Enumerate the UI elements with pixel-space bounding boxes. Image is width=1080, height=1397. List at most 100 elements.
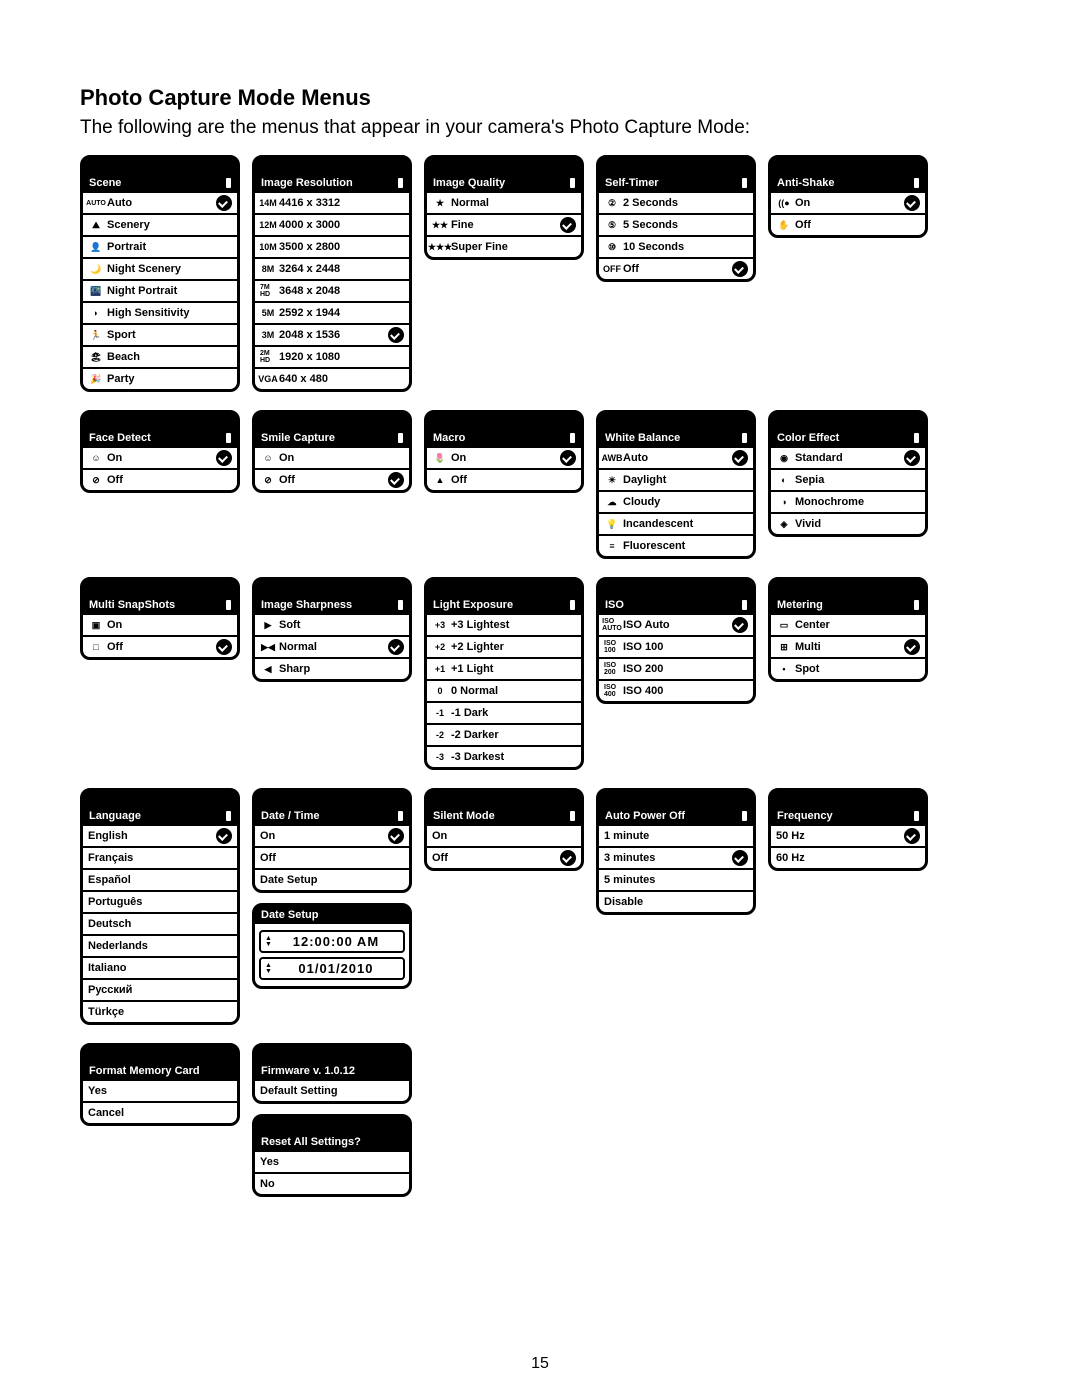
language-item[interactable]: English: [83, 826, 237, 848]
multisnap-item[interactable]: ▣On: [83, 615, 237, 637]
smile-item[interactable]: ☺On: [255, 448, 409, 470]
resolution-item[interactable]: 3M2048 x 1536: [255, 325, 409, 347]
language-item[interactable]: Nederlands: [83, 936, 237, 958]
selftimer-item[interactable]: ⑩10 Seconds: [599, 237, 753, 259]
resolution-item[interactable]: 7M HD3648 x 2048: [255, 281, 409, 303]
coloreffect-item-label: Monochrome: [795, 496, 904, 508]
language-item[interactable]: Deutsch: [83, 914, 237, 936]
autopower-item[interactable]: Disable: [599, 892, 753, 912]
antishake-item[interactable]: ✋Off: [771, 215, 925, 235]
selftimer-item-label: 10 Seconds: [623, 241, 732, 253]
reset-item[interactable]: No: [255, 1174, 409, 1194]
iso-item[interactable]: ISO 400ISO 400: [599, 681, 753, 701]
sharpness-item[interactable]: ▶Soft: [255, 615, 409, 637]
frequency-item[interactable]: 50 Hz: [771, 826, 925, 848]
facedetect-item-icon: ⊘: [88, 475, 104, 486]
scene-item[interactable]: ◗High Sensitivity: [83, 303, 237, 325]
datesetup-time-field[interactable]: ▲▼ 12:00:00 AM: [259, 930, 405, 953]
metering-item[interactable]: ▭Center: [771, 615, 925, 637]
macro-item[interactable]: 🌷On: [427, 448, 581, 470]
autopower-item[interactable]: 5 minutes: [599, 870, 753, 892]
wb-item[interactable]: 💡Incandescent: [599, 514, 753, 536]
scene-item[interactable]: ⛰Scenery: [83, 215, 237, 237]
quality-item[interactable]: ★★Fine: [427, 215, 581, 237]
exposure-item[interactable]: 00 Normal: [427, 681, 581, 703]
exposure-item[interactable]: -2-2 Darker: [427, 725, 581, 747]
frequency-item[interactable]: 60 Hz: [771, 848, 925, 868]
metering-item[interactable]: •Spot: [771, 659, 925, 679]
resolution-item[interactable]: 12M4000 x 3000: [255, 215, 409, 237]
coloreffect-item[interactable]: ◉Standard: [771, 448, 925, 470]
check-icon: [388, 283, 404, 299]
language-item-label: Français: [88, 852, 216, 864]
autopower-item[interactable]: 3 minutes: [599, 848, 753, 870]
format-item[interactable]: Yes: [83, 1081, 237, 1103]
scene-item-label: Sport: [107, 329, 216, 341]
coloreffect-item[interactable]: ◐Sepia: [771, 470, 925, 492]
iso-item[interactable]: ISO 100ISO 100: [599, 637, 753, 659]
language-item[interactable]: Türkçe: [83, 1002, 237, 1022]
resolution-item[interactable]: 8M3264 x 2448: [255, 259, 409, 281]
sharpness-item[interactable]: ◀Sharp: [255, 659, 409, 679]
resolution-item[interactable]: 5M2592 x 1944: [255, 303, 409, 325]
exposure-item[interactable]: +3+3 Lightest: [427, 615, 581, 637]
autopower-item-label: Disable: [604, 896, 732, 908]
smile-item[interactable]: ⊘Off: [255, 470, 409, 490]
selftimer-item[interactable]: OFFOff: [599, 259, 753, 279]
quality-item[interactable]: ★Normal: [427, 193, 581, 215]
resolution-item[interactable]: VGA640 x 480: [255, 369, 409, 389]
scene-item[interactable]: 🌙Night Scenery: [83, 259, 237, 281]
check-icon: [388, 239, 404, 255]
autopower-item[interactable]: 1 minute: [599, 826, 753, 848]
silent-item[interactable]: Off: [427, 848, 581, 868]
scene-item[interactable]: 🏖Beach: [83, 347, 237, 369]
exposure-item[interactable]: +1+1 Light: [427, 659, 581, 681]
metering-item-icon: ⊞: [776, 642, 792, 653]
scene-item[interactable]: AUTOAuto: [83, 193, 237, 215]
facedetect-item[interactable]: ⊘Off: [83, 470, 237, 490]
exposure-item[interactable]: -3-3 Darkest: [427, 747, 581, 767]
language-item[interactable]: Français: [83, 848, 237, 870]
coloreffect-item[interactable]: ◑Monochrome: [771, 492, 925, 514]
language-item[interactable]: Português: [83, 892, 237, 914]
wb-item[interactable]: ☀Daylight: [599, 470, 753, 492]
wb-item[interactable]: ☁Cloudy: [599, 492, 753, 514]
wb-item[interactable]: AWBAuto: [599, 448, 753, 470]
firmware-item[interactable]: Default Setting: [255, 1081, 409, 1101]
datetime_menu-item[interactable]: Off: [255, 848, 409, 870]
selftimer-item[interactable]: ②2 Seconds: [599, 193, 753, 215]
exposure-item[interactable]: +2+2 Lighter: [427, 637, 581, 659]
selftimer-item-label: 5 Seconds: [623, 219, 732, 231]
facedetect-item[interactable]: ☺On: [83, 448, 237, 470]
scene-item[interactable]: 🏃Sport: [83, 325, 237, 347]
facedetect-tab-icon: [89, 413, 111, 429]
language-item[interactable]: Italiano: [83, 958, 237, 980]
quality-item[interactable]: ★★★Super Fine: [427, 237, 581, 257]
reset-item[interactable]: Yes: [255, 1152, 409, 1174]
scene-item[interactable]: 👤Portrait: [83, 237, 237, 259]
language-item[interactable]: Русский: [83, 980, 237, 1002]
datesetup-date-field[interactable]: ▲▼ 01/01/2010: [259, 957, 405, 980]
datetime_menu-item[interactable]: On: [255, 826, 409, 848]
sharpness-item[interactable]: ▶◀Normal: [255, 637, 409, 659]
macro-item[interactable]: ▲Off: [427, 470, 581, 490]
multisnap-item[interactable]: □Off: [83, 637, 237, 657]
scene-item[interactable]: 🌃Night Portrait: [83, 281, 237, 303]
iso-item-label: ISO 100: [623, 641, 732, 653]
antishake-item[interactable]: ((●On: [771, 193, 925, 215]
resolution-item[interactable]: 10M3500 x 2800: [255, 237, 409, 259]
resolution-item[interactable]: 14M4416 x 3312: [255, 193, 409, 215]
wb-item[interactable]: ≡Fluorescent: [599, 536, 753, 556]
format-item[interactable]: Cancel: [83, 1103, 237, 1123]
language-item[interactable]: Español: [83, 870, 237, 892]
datetime_menu-item[interactable]: Date Setup: [255, 870, 409, 890]
coloreffect-item[interactable]: ◈Vivid: [771, 514, 925, 534]
selftimer-item[interactable]: ⑤5 Seconds: [599, 215, 753, 237]
silent-item[interactable]: On: [427, 826, 581, 848]
iso-item[interactable]: ISO 200ISO 200: [599, 659, 753, 681]
iso-item[interactable]: ISO AUTOISO Auto: [599, 615, 753, 637]
scene-item[interactable]: 🎉Party: [83, 369, 237, 389]
exposure-item[interactable]: -1-1 Dark: [427, 703, 581, 725]
metering-item[interactable]: ⊞Multi: [771, 637, 925, 659]
resolution-item[interactable]: 2M HD1920 x 1080: [255, 347, 409, 369]
